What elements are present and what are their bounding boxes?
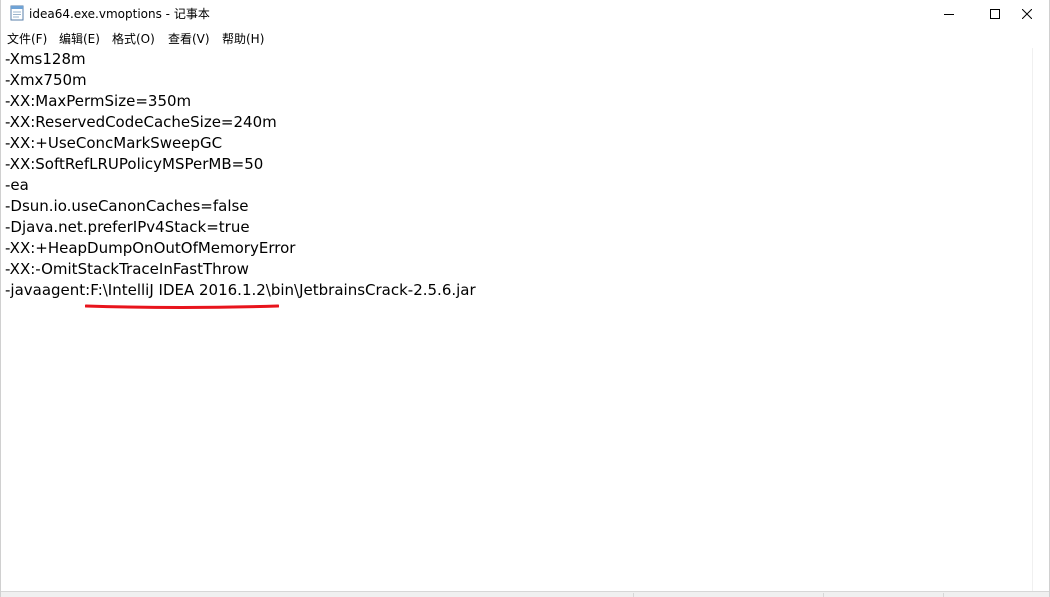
text-line: -ea (5, 176, 29, 194)
text-line: -XX:+UseConcMarkSweepGC (5, 134, 223, 152)
menu-edit[interactable]: 编辑(E) (58, 30, 101, 47)
text-line: -Xms128m (5, 50, 86, 68)
minimize-button[interactable] (926, 0, 972, 26)
close-icon (1021, 4, 1033, 23)
red-underline-annotation (85, 304, 279, 309)
text-line: -Djava.net.preferIPv4Stack=true (5, 218, 250, 236)
text-line: -XX:+HeapDumpOnOutOfMemoryError (5, 239, 296, 257)
text-line: -javaagent:F:\IntelliJ IDEA 2016.1.2\bin… (5, 281, 476, 299)
text-line: -Dsun.io.useCanonCaches=false (5, 197, 249, 215)
text-editor[interactable]: -Xms128m -Xmx750m -XX:MaxPermSize=350m -… (1, 48, 1033, 591)
text-line: -Xmx750m (5, 71, 87, 89)
menu-file[interactable]: 文件(F) (6, 30, 48, 47)
text-line: -XX:SoftRefLRUPolicyMSPerMB=50 (5, 155, 264, 173)
text-line: -XX:ReservedCodeCacheSize=240m (5, 113, 277, 131)
status-divider (943, 593, 944, 597)
maximize-icon (990, 4, 1000, 23)
text-line: -XX:MaxPermSize=350m (5, 92, 192, 110)
menu-help[interactable]: 帮助(H) (221, 30, 265, 47)
title-bar[interactable]: idea64.exe.vmoptions - 记事本 (1, 0, 1049, 26)
notepad-window: idea64.exe.vmoptions - 记事本 文件(F) 编辑(E) 格… (0, 0, 1050, 597)
notepad-icon (10, 5, 24, 21)
minimize-icon (944, 4, 954, 23)
text-line: -XX:-OmitStackTraceInFastThrow (5, 260, 249, 278)
menu-view[interactable]: 查看(V) (167, 30, 211, 47)
status-divider (633, 593, 634, 597)
status-bar (1, 591, 1049, 597)
window-title: idea64.exe.vmoptions - 记事本 (29, 7, 210, 21)
close-button[interactable] (1004, 0, 1050, 26)
vertical-scrollbar[interactable] (1032, 48, 1049, 591)
menu-bar: 文件(F) 编辑(E) 格式(O) 查看(V) 帮助(H) (1, 28, 1049, 49)
status-divider (823, 593, 824, 597)
menu-format[interactable]: 格式(O) (111, 30, 156, 47)
